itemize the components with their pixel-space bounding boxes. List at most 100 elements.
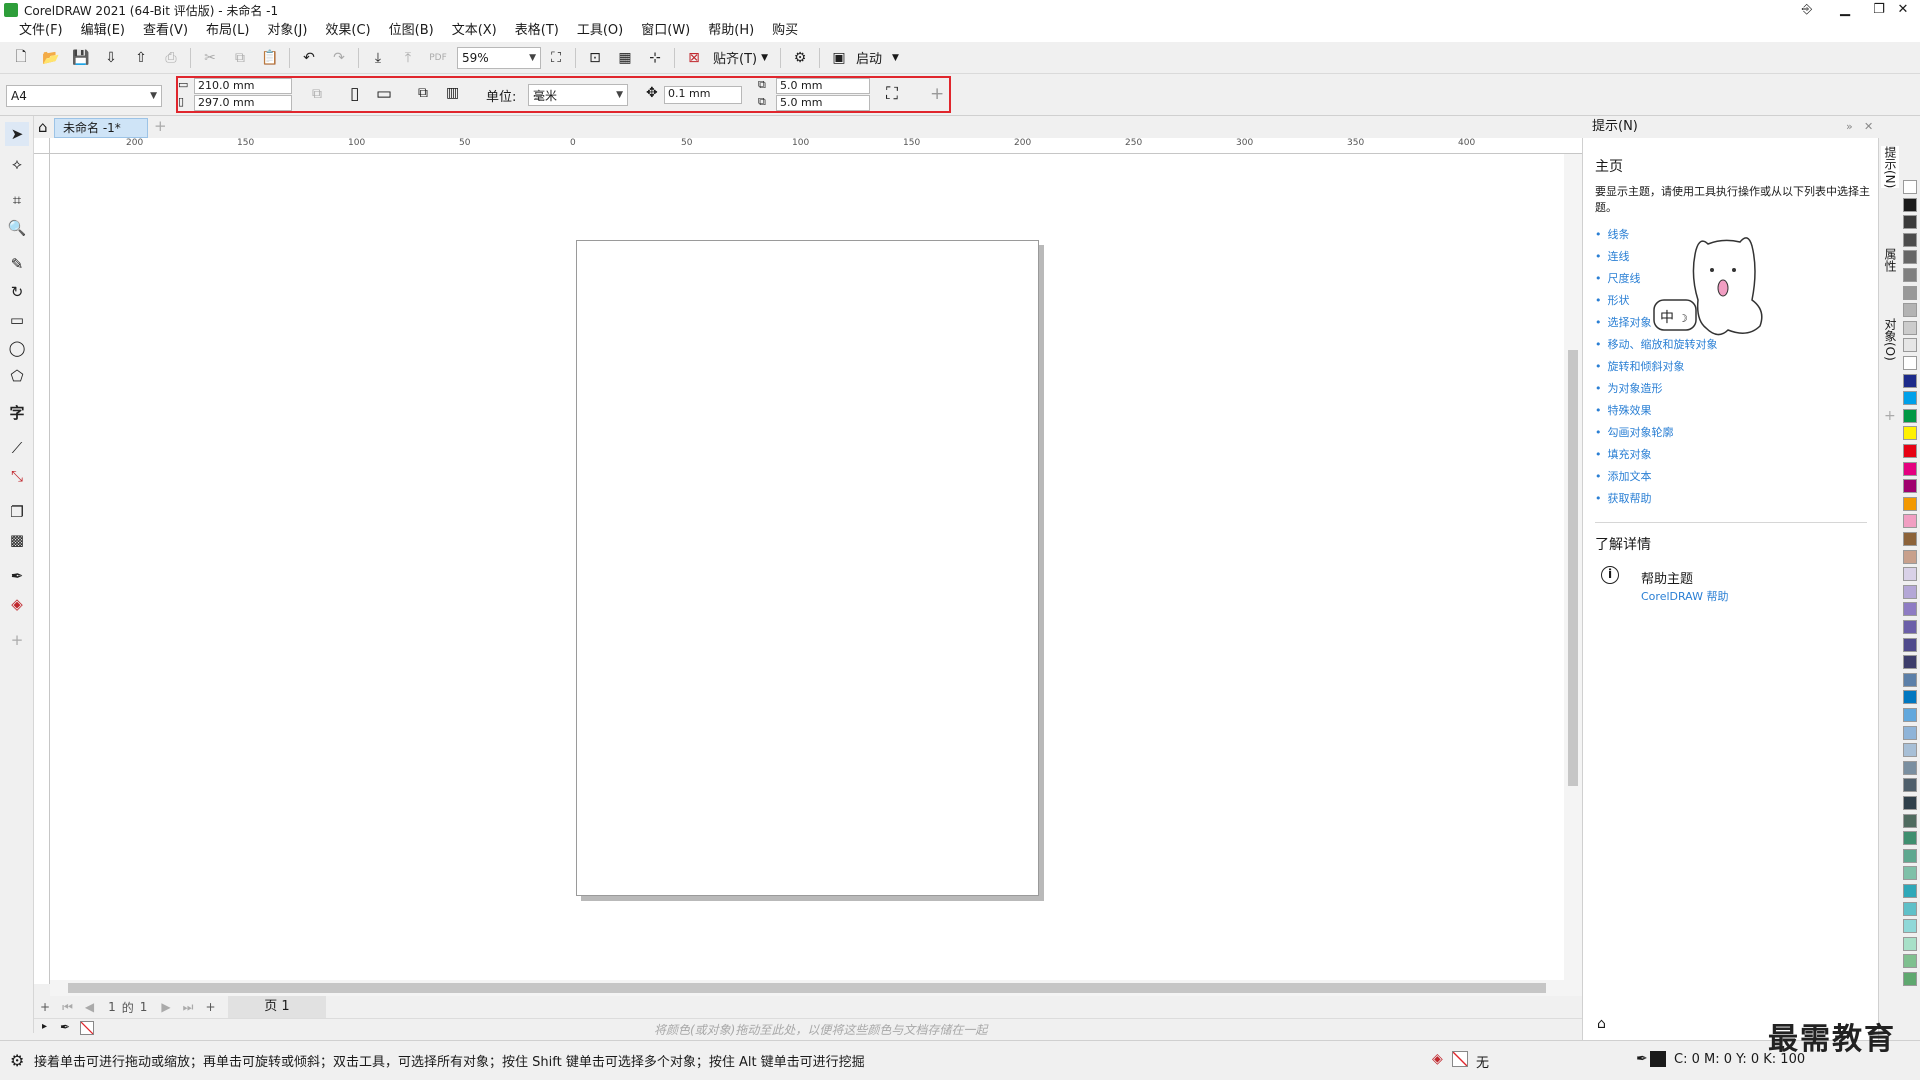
import-icon[interactable]: ⤓ [367,47,389,69]
paste-icon[interactable]: 📋 [259,47,281,69]
color-swatch[interactable] [1903,936,1917,951]
close-docker-icon[interactable]: ✕ [1864,116,1873,138]
menu-help[interactable]: 帮助(H) [699,20,763,42]
horizontal-ruler[interactable]: 200 150 100 50 0 50 100 150 200 250 300 350 400 [50,138,1582,154]
add-page-after-icon[interactable]: + [205,1000,215,1014]
close-button[interactable]: ✕ [1886,0,1920,20]
palette-menu-icon[interactable]: ▸ [42,1021,47,1032]
hint-topic-link[interactable]: 旋转和倾斜对象 [1595,356,1718,378]
color-swatch[interactable] [1903,901,1917,916]
pdf-icon[interactable]: PDF [427,47,449,69]
color-swatch[interactable] [1903,232,1917,247]
color-swatch[interactable] [1903,567,1917,582]
minimize-button[interactable]: ▁ [1828,0,1862,20]
home-icon[interactable]: ⌂ [38,118,48,136]
gear-icon[interactable]: ⚙ [10,1051,24,1070]
color-swatch[interactable] [1903,496,1917,511]
menu-object[interactable]: 对象(J) [258,20,316,42]
color-swatch[interactable] [1903,672,1917,687]
ellipse-tool-icon[interactable]: ◯ [5,336,29,360]
tab-properties[interactable]: 属性 [1881,248,1899,272]
color-swatch[interactable] [1903,884,1917,898]
tab-page-1[interactable]: 页 1 [228,996,326,1018]
vertical-scrollbar[interactable] [1564,154,1582,980]
home-icon[interactable]: ⌂ [1597,1016,1606,1032]
color-swatch[interactable] [1903,285,1917,300]
drop-shadow-tool-icon[interactable]: ❐ [5,500,29,524]
add-tool-icon[interactable]: + [5,628,29,652]
color-swatch[interactable] [1903,708,1917,722]
color-swatch[interactable] [1903,848,1917,863]
color-swatch[interactable] [1903,972,1917,986]
gear-icon[interactable]: ⚙ [789,47,811,69]
color-swatch[interactable] [1903,690,1917,705]
color-swatch[interactable] [1903,356,1917,370]
menu-edit[interactable]: 编辑(E) [72,20,134,42]
color-swatch[interactable] [1903,602,1917,617]
hint-topic-link[interactable]: 勾画对象轮廓 [1595,422,1718,444]
hint-topic-link[interactable]: 为对象造形 [1595,378,1718,400]
menu-file[interactable]: 文件(F) [10,20,72,42]
color-swatch[interactable] [1903,778,1917,793]
hint-topic-link[interactable]: 添加文本 [1595,466,1718,488]
color-swatch[interactable] [1903,796,1917,810]
freehand-tool-icon[interactable]: ✎ [5,252,29,276]
document-page[interactable] [576,240,1039,896]
cloud-upload-icon[interactable]: ⇧ [130,47,152,69]
color-swatch[interactable] [1903,461,1917,476]
collapse-docker-icon[interactable]: » [1846,116,1853,138]
redo-icon[interactable]: ↷ [328,47,350,69]
eyedropper-icon[interactable]: ✒ [60,1020,70,1034]
color-swatch[interactable] [1903,250,1917,265]
coreldraw-help-link[interactable]: CorelDRAW 帮助 [1641,588,1728,604]
transparency-tool-icon[interactable]: ▩ [5,528,29,552]
add-docker-icon[interactable]: + [1884,408,1896,424]
menu-table[interactable]: 表格(T) [506,20,568,42]
tab-document[interactable]: 未命名 -1* [54,118,148,138]
show-rulers-icon[interactable]: ⊡ [584,47,606,69]
color-swatch[interactable] [1903,584,1917,599]
rectangle-tool-icon[interactable]: ▭ [5,308,29,332]
outline-color-swatch[interactable] [1650,1051,1666,1067]
launch-button[interactable]: 启动 [856,48,882,67]
color-swatch[interactable] [1903,725,1917,740]
polygon-tool-icon[interactable]: ⬠ [5,364,29,388]
menu-bitmaps[interactable]: 位图(B) [380,20,443,42]
export-icon[interactable]: ⤒ [397,47,419,69]
undo-icon[interactable]: ↶ [298,47,320,69]
color-swatch[interactable] [1903,655,1917,670]
color-swatch[interactable] [1903,813,1917,828]
eyedropper-tool-icon[interactable]: ✒ [5,564,29,588]
color-swatch[interactable] [1903,479,1917,494]
copy-icon[interactable]: ⧉ [229,47,251,69]
crop-tool-icon[interactable]: ⌗ [5,188,29,212]
open-icon[interactable]: 📂 [40,47,62,69]
vertical-ruler[interactable] [34,154,50,984]
hint-topic-link[interactable]: 特殊效果 [1595,400,1718,422]
print-icon[interactable]: ⎙ [160,47,182,69]
hint-topic-link[interactable]: 填充对象 [1595,444,1718,466]
color-swatch[interactable] [1903,408,1917,423]
tab-hints[interactable]: 提示(N) [1881,146,1899,189]
color-swatch[interactable] [1903,391,1917,406]
menu-effects[interactable]: 效果(C) [316,20,379,42]
artistic-media-tool-icon[interactable]: ↻ [5,280,29,304]
snap-to-button[interactable]: 贴齐(T) [713,48,757,67]
show-grid-icon[interactable]: ▦ [614,47,636,69]
color-swatch[interactable] [1903,919,1917,934]
color-swatch[interactable] [1903,866,1917,881]
zoom-tool-icon[interactable]: 🔍 [5,216,29,240]
color-swatch[interactable] [1903,532,1917,546]
cut-icon[interactable]: ✂ [199,47,221,69]
chevron-down-icon[interactable]: ▼ [761,53,768,63]
color-swatch[interactable] [1903,268,1917,282]
new-tab-icon[interactable]: + [154,117,167,135]
next-page-icon[interactable]: ▶ [161,1000,170,1014]
color-swatch[interactable] [1903,514,1917,529]
chevron-down-icon[interactable]: ▼ [892,53,899,63]
color-swatch[interactable] [1903,426,1917,441]
current-page-number[interactable]: 1 [108,1000,116,1014]
menu-view[interactable]: 查看(V) [134,20,197,42]
tab-objects[interactable]: 对象(O) [1881,318,1899,361]
connector-tool-icon[interactable]: ⤡ [5,464,29,488]
